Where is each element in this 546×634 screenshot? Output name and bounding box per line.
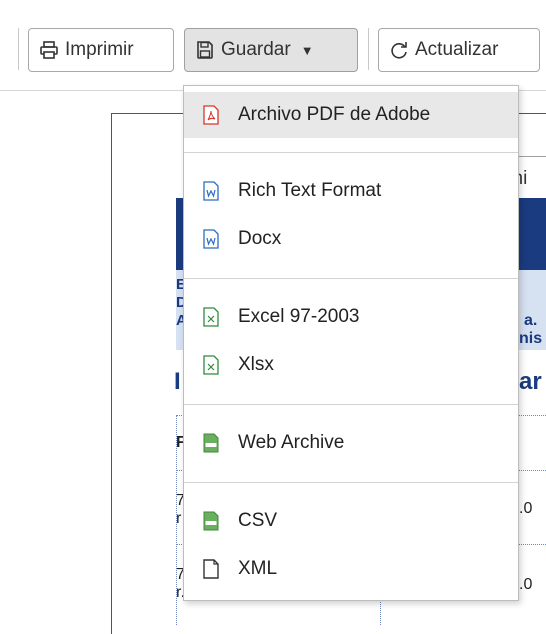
menu-item-label: Rich Text Format — [238, 180, 382, 201]
pdf-file-icon — [203, 105, 219, 125]
menu-item-web-archive[interactable]: Web Archive — [184, 420, 518, 466]
word-file-icon — [203, 229, 219, 249]
excel-file-icon — [203, 355, 219, 375]
blank-file-icon — [203, 559, 219, 579]
menu-item-excel-97-2003[interactable]: Excel 97-2003 — [184, 294, 518, 340]
refresh-label: Actualizar — [415, 39, 499, 60]
word-file-icon — [203, 181, 219, 201]
print-button[interactable]: Imprimir — [28, 28, 174, 72]
menu-item-csv[interactable]: CSV — [184, 498, 518, 544]
menu-separator — [184, 278, 518, 279]
refresh-button[interactable]: Actualizar — [378, 28, 540, 72]
save-label: Guardar — [221, 39, 291, 60]
menu-item-label: Excel 97-2003 — [238, 306, 360, 327]
save-format-menu: Archivo PDF de Adobe Rich Text Format Do… — [183, 85, 519, 601]
refresh-icon — [391, 42, 407, 59]
toolbar-separator — [18, 28, 19, 70]
menu-separator — [184, 482, 518, 483]
table-cell: .0 — [519, 500, 533, 517]
menu-item-rtf[interactable]: Rich Text Format — [184, 168, 518, 214]
table-cell: r — [176, 510, 182, 527]
menu-item-label: Archivo PDF de Adobe — [238, 104, 431, 125]
chevron-down-icon: ▼ — [300, 42, 314, 58]
html-file-icon — [203, 433, 219, 453]
report-heading-fragment: I — [174, 368, 181, 395]
table-cell: .0 — [519, 576, 533, 593]
menu-item-xlsx[interactable]: Xlsx — [184, 342, 518, 388]
report-col-text: nis — [519, 330, 543, 347]
menu-item-label: Docx — [238, 228, 282, 249]
menu-separator — [184, 152, 518, 153]
report-col-text: a. — [524, 312, 538, 329]
report-heading-fragment: ar — [519, 368, 542, 395]
csv-file-icon — [203, 511, 219, 531]
menu-item-xml[interactable]: XML — [184, 546, 518, 592]
menu-separator — [184, 404, 518, 405]
menu-item-pdf[interactable]: Archivo PDF de Adobe — [184, 92, 518, 138]
menu-item-label: Xlsx — [238, 354, 274, 375]
menu-item-label: CSV — [238, 510, 278, 531]
toolbar: Imprimir Guardar ▼ Actualizar — [0, 0, 546, 91]
excel-file-icon — [203, 307, 219, 327]
toolbar-separator — [368, 28, 369, 70]
menu-item-label: XML — [238, 558, 278, 579]
floppy-disk-icon — [197, 41, 213, 59]
print-label: Imprimir — [65, 39, 134, 60]
menu-item-docx[interactable]: Docx — [184, 216, 518, 262]
printer-icon — [40, 41, 58, 59]
menu-item-label: Web Archive — [238, 432, 345, 453]
save-button[interactable]: Guardar ▼ — [184, 28, 358, 72]
